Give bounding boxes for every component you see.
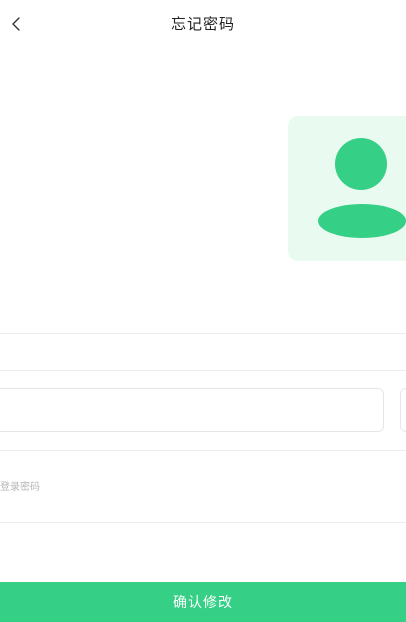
verification-code-input[interactable] (0, 388, 384, 432)
avatar-card (288, 116, 406, 261)
divider (0, 370, 406, 371)
confirm-button[interactable]: 确认修改 (0, 582, 406, 622)
get-code-button[interactable] (400, 388, 406, 432)
divider (0, 450, 406, 451)
forgot-password-page: 忘记密码 确认修改 (0, 0, 406, 622)
phone-field[interactable] (0, 334, 406, 370)
password-input[interactable] (0, 468, 400, 506)
divider (0, 522, 406, 523)
top-bar: 忘记密码 (0, 0, 406, 48)
page-title: 忘记密码 (170, 15, 235, 33)
